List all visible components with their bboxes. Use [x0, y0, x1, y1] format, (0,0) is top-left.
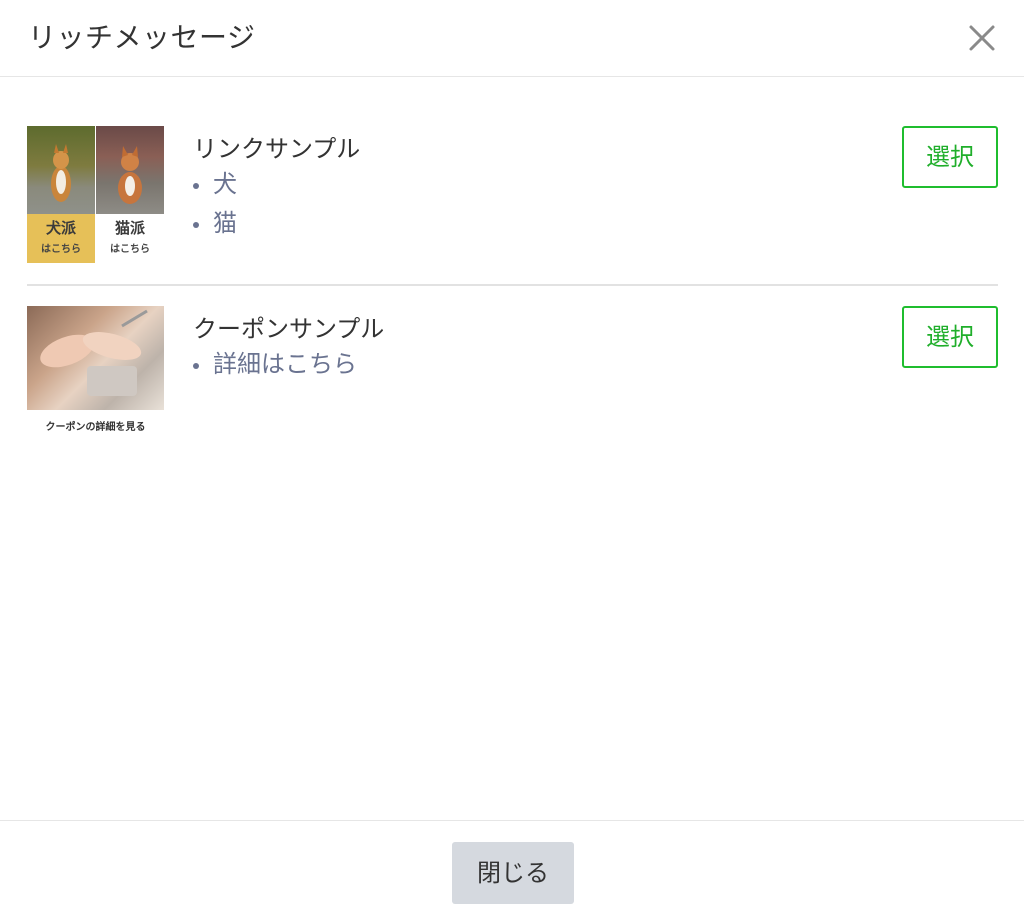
select-button[interactable]: 選択: [902, 126, 998, 188]
item-link-list: 詳細はこちら: [193, 348, 357, 387]
link-sample-thumbnail: 犬派 はこちら 猫派 はこちら: [27, 126, 164, 263]
select-button[interactable]: 選択: [902, 306, 998, 368]
item-divider: [27, 284, 998, 286]
item-link-list: 犬 猫: [193, 168, 237, 246]
coupon-photo: [27, 306, 164, 410]
link-item-details[interactable]: 詳細はこちら: [193, 348, 357, 387]
link-item-dog[interactable]: 犬: [193, 168, 237, 207]
modal-footer: 閉じる: [0, 820, 1024, 923]
close-icon[interactable]: [962, 18, 1002, 58]
dog-sub-label: はこちら: [41, 244, 81, 255]
dog-photo: [27, 126, 95, 214]
coupon-sample-thumbnail: クーポンの詳細を見る: [27, 306, 164, 441]
link-item-cat[interactable]: 猫: [193, 207, 237, 246]
rich-message-item-coupon: クーポンの詳細を見る クーポンサンプル 詳細はこちら 選択: [0, 306, 1024, 446]
cat-label: 猫派: [114, 219, 145, 237]
item-title: リンクサンプル: [193, 135, 361, 163]
modal-header: リッチメッセージ: [0, 0, 1024, 77]
dog-label: 犬派: [45, 219, 76, 237]
dog-label-panel: 犬派 はこちら: [27, 214, 95, 263]
rich-message-item-link: 犬派 はこちら 猫派 はこちら リンクサンプル 犬 猫 選択: [0, 126, 1024, 284]
coupon-caption: クーポンの詳細を見る: [45, 422, 146, 433]
cat-photo: [96, 126, 164, 214]
cat-label-panel: 猫派 はこちら: [96, 214, 164, 263]
modal-title: リッチメッセージ: [28, 21, 256, 54]
item-title: クーポンサンプル: [193, 315, 385, 343]
cat-sub-label: はこちら: [110, 244, 150, 255]
close-button[interactable]: 閉じる: [452, 842, 574, 904]
